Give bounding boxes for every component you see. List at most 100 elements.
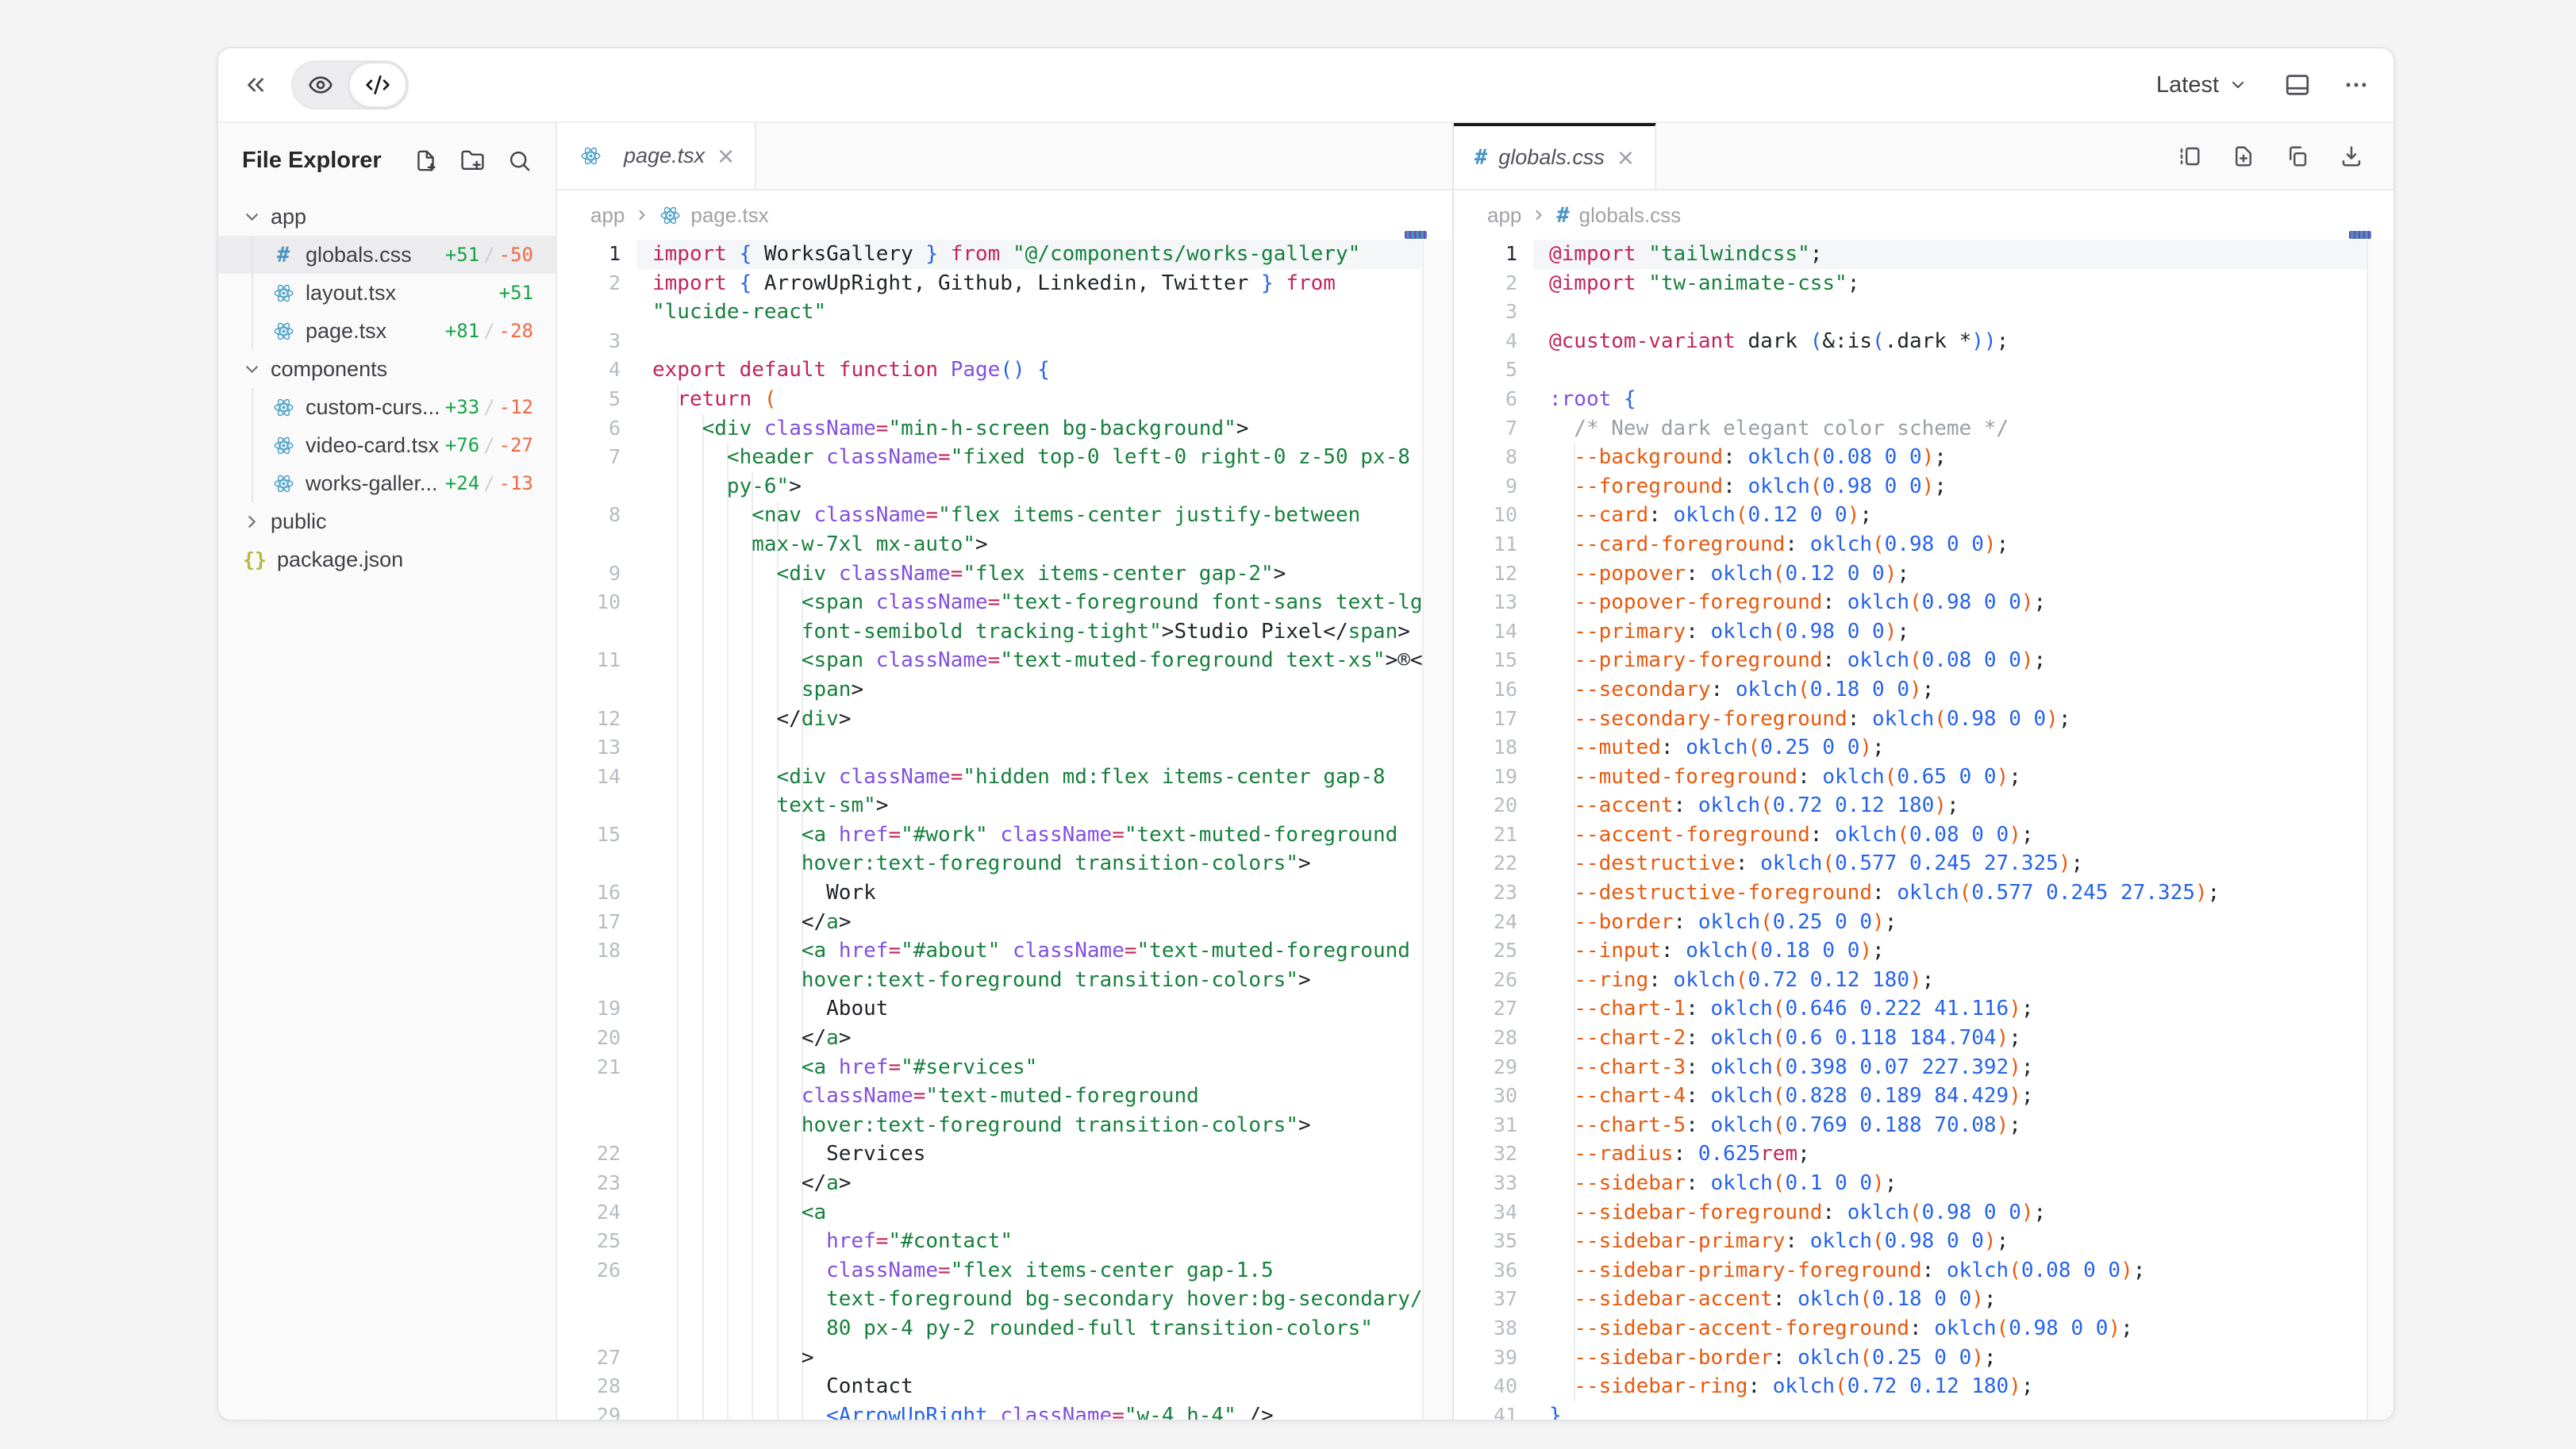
code-line[interactable]: hover:text-foreground transition-colors"… xyxy=(557,849,1452,878)
code-line[interactable]: 19 --muted-foreground: oklch(0.65 0 0); xyxy=(1454,763,2395,792)
code-line[interactable]: 6:root { xyxy=(1454,385,2395,414)
tree-file-package.json[interactable]: {}package.json xyxy=(218,540,556,578)
code-line[interactable]: 4@custom-variant dark (&:is(.dark *)); xyxy=(1454,327,2395,356)
close-tab-icon[interactable]: × xyxy=(717,142,734,171)
code-line[interactable]: text-sm"> xyxy=(557,791,1452,821)
code-line[interactable]: 16 Work xyxy=(557,878,1452,908)
tree-file-video-card.tsx[interactable]: video-card.tsx+76/-27 xyxy=(218,426,556,464)
code-line[interactable]: 18 --muted: oklch(0.25 0 0); xyxy=(1454,733,2395,763)
code-line[interactable]: 39 --sidebar-border: oklch(0.25 0 0); xyxy=(1454,1343,2395,1373)
code-line[interactable]: 19 About xyxy=(557,994,1452,1024)
tree-file-custom-curs...[interactable]: custom-curs...+33/-12 xyxy=(218,388,556,426)
code-line[interactable]: 21 --accent-foreground: oklch(0.08 0 0); xyxy=(1454,821,2395,850)
code-line[interactable]: 18 <a href="#about" className="text-mute… xyxy=(557,936,1452,966)
code-line[interactable]: 17 </a> xyxy=(557,908,1452,937)
tree-file-page.tsx[interactable]: page.tsx+81/-28 xyxy=(218,312,556,350)
code-toggle-button[interactable] xyxy=(348,62,407,108)
preview-toggle-button[interactable] xyxy=(293,62,348,108)
code-line[interactable]: 20 </a> xyxy=(557,1024,1452,1053)
code-line[interactable]: 23 --destructive-foreground: oklch(0.577… xyxy=(1454,878,2395,908)
code-line[interactable]: className="text-muted-foreground xyxy=(557,1082,1452,1111)
code-line[interactable]: 80 px-4 py-2 rounded-full transition-col… xyxy=(557,1314,1452,1343)
code-line[interactable]: 15 <a href="#work" className="text-muted… xyxy=(557,821,1452,850)
code-line[interactable]: 31 --chart-5: oklch(0.769 0.188 70.08); xyxy=(1454,1111,2395,1140)
code-line[interactable]: hover:text-foreground transition-colors"… xyxy=(557,1111,1452,1140)
code-line[interactable]: 2@import "tw-animate-css"; xyxy=(1454,269,2395,298)
code-line[interactable]: 10 <span className="text-foreground font… xyxy=(557,588,1452,617)
code-line[interactable]: 16 --secondary: oklch(0.18 0 0); xyxy=(1454,675,2395,705)
code-line[interactable]: 27 > xyxy=(557,1343,1452,1373)
code-line[interactable]: 40 --sidebar-ring: oklch(0.72 0.12 180); xyxy=(1454,1372,2395,1401)
tree-file-layout.tsx[interactable]: layout.tsx+51 xyxy=(218,274,556,312)
code-line[interactable]: 14 <div className="hidden md:flex items-… xyxy=(557,763,1452,792)
code-line[interactable]: 25 href="#contact" xyxy=(557,1227,1452,1256)
code-line[interactable]: 17 --secondary-foreground: oklch(0.98 0 … xyxy=(1454,705,2395,734)
tree-folder-app[interactable]: app xyxy=(218,198,556,236)
tree-file-globals.css[interactable]: #globals.css+51/-50 xyxy=(218,236,556,274)
code-line[interactable]: 29 --chart-3: oklch(0.398 0.07 227.392); xyxy=(1454,1053,2395,1082)
collapse-sidebar-button[interactable] xyxy=(242,71,269,98)
code-line[interactable]: 26 --ring: oklch(0.72 0.12 180); xyxy=(1454,966,2395,995)
code-line[interactable]: font-semibold tracking-tight">Studio Pix… xyxy=(557,617,1452,647)
code-line[interactable]: 4export default function Page() { xyxy=(557,356,1452,385)
code-editor-page-tsx[interactable]: 1import { WorksGallery } from "@/compone… xyxy=(557,240,1452,1420)
code-line[interactable]: py-6"> xyxy=(557,472,1452,502)
code-line[interactable]: 37 --sidebar-accent: oklch(0.18 0 0); xyxy=(1454,1285,2395,1314)
code-line[interactable]: 3 xyxy=(1454,298,2395,327)
code-line[interactable]: hover:text-foreground transition-colors"… xyxy=(557,966,1452,995)
code-line[interactable]: 34 --sidebar-foreground: oklch(0.98 0 0)… xyxy=(1454,1198,2395,1228)
code-line[interactable]: 5 xyxy=(1454,356,2395,385)
tree-file-works-galler...[interactable]: works-galler...+24/-13 xyxy=(218,464,556,502)
code-line[interactable]: 3 xyxy=(557,327,1452,356)
open-in-browser-button[interactable] xyxy=(2284,71,2311,98)
code-line[interactable]: 25 --input: oklch(0.18 0 0); xyxy=(1454,936,2395,966)
code-line[interactable]: 13 xyxy=(557,733,1452,763)
code-line[interactable]: 26 className="flex items-center gap-1.5 xyxy=(557,1256,1452,1286)
code-line[interactable]: 22 --destructive: oklch(0.577 0.245 27.3… xyxy=(1454,849,2395,878)
file-diff-button[interactable] xyxy=(2232,144,2255,168)
tree-folder-components[interactable]: components xyxy=(218,350,556,388)
code-line[interactable]: 24 --border: oklch(0.25 0 0); xyxy=(1454,908,2395,937)
code-line[interactable]: 29 <ArrowUpRight className="w-4 h-4" /> xyxy=(557,1401,1452,1420)
search-files-button[interactable] xyxy=(507,148,532,173)
code-line[interactable]: 11 <span className="text-muted-foregroun… xyxy=(557,646,1452,675)
code-line[interactable]: 7 /* New dark elegant color scheme */ xyxy=(1454,414,2395,444)
code-line[interactable]: span> xyxy=(557,675,1452,705)
scrollbar-thumb[interactable] xyxy=(1405,231,1427,239)
code-line[interactable]: 2import { ArrowUpRight, Github, Linkedin… xyxy=(557,269,1452,298)
code-line[interactable]: 12 --popover: oklch(0.12 0 0); xyxy=(1454,559,2395,589)
code-line[interactable]: 28 Contact xyxy=(557,1372,1452,1401)
copy-code-button[interactable] xyxy=(2286,144,2309,168)
code-line[interactable]: "lucide-react" xyxy=(557,298,1452,327)
tab-page-tsx[interactable]: page.tsx × xyxy=(557,123,756,189)
tree-folder-public[interactable]: public xyxy=(218,502,556,540)
code-line[interactable]: 9 <div className="flex items-center gap-… xyxy=(557,559,1452,589)
code-line[interactable]: 35 --sidebar-primary: oklch(0.98 0 0); xyxy=(1454,1227,2395,1256)
code-line[interactable]: 13 --popover-foreground: oklch(0.98 0 0)… xyxy=(1454,588,2395,617)
code-line[interactable]: text-foreground bg-secondary hover:bg-se… xyxy=(557,1285,1452,1314)
code-line[interactable]: max-w-7xl mx-auto"> xyxy=(557,530,1452,559)
code-line[interactable]: 36 --sidebar-primary-foreground: oklch(0… xyxy=(1454,1256,2395,1286)
code-line[interactable]: 20 --accent: oklch(0.72 0.12 180); xyxy=(1454,791,2395,821)
breadcrumb-folder[interactable]: app xyxy=(1487,203,1521,228)
code-line[interactable]: 23 </a> xyxy=(557,1169,1452,1198)
code-line[interactable]: 9 --foreground: oklch(0.98 0 0); xyxy=(1454,472,2395,502)
code-line[interactable]: 21 <a href="#services" xyxy=(557,1053,1452,1082)
code-line[interactable]: 24 <a xyxy=(557,1198,1452,1228)
code-line[interactable]: 14 --primary: oklch(0.98 0 0); xyxy=(1454,617,2395,647)
code-line[interactable]: 8 --background: oklch(0.08 0 0); xyxy=(1454,443,2395,472)
split-view-button[interactable] xyxy=(2178,144,2201,168)
code-line[interactable]: 32 --radius: 0.625rem; xyxy=(1454,1140,2395,1169)
code-line[interactable]: 7 <header className="fixed top-0 left-0 … xyxy=(557,443,1452,472)
code-line[interactable]: 22 Services xyxy=(557,1140,1452,1169)
version-dropdown[interactable]: Latest xyxy=(2151,71,2252,99)
code-line[interactable]: 11 --card-foreground: oklch(0.98 0 0); xyxy=(1454,530,2395,559)
code-line[interactable]: 1@import "tailwindcss"; xyxy=(1454,240,2395,269)
code-line[interactable]: 41} xyxy=(1454,1401,2395,1420)
new-folder-button[interactable] xyxy=(460,148,485,173)
close-tab-icon[interactable]: × xyxy=(1617,144,1634,172)
code-line[interactable]: 8 <nav className="flex items-center just… xyxy=(557,501,1452,530)
code-line[interactable]: 5 return ( xyxy=(557,385,1452,414)
code-line[interactable]: 12 </div> xyxy=(557,705,1452,734)
download-button[interactable] xyxy=(2340,144,2363,168)
